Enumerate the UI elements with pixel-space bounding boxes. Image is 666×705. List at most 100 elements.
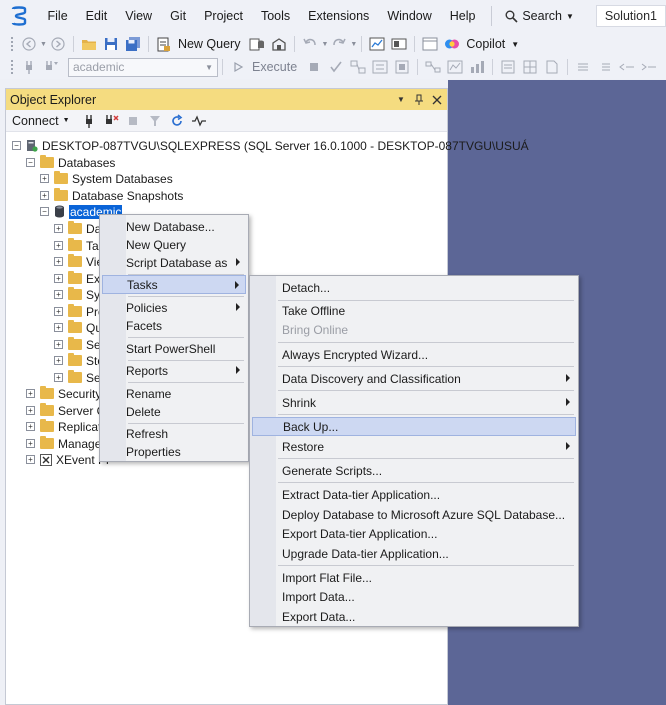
menu-git[interactable]: Git [161,0,195,32]
expand-icon[interactable]: + [54,290,63,299]
open-folder-icon[interactable] [80,35,98,53]
expand-icon[interactable]: + [26,439,35,448]
expand-icon[interactable]: + [54,241,63,250]
save-icon[interactable] [102,35,120,53]
expand-icon[interactable]: + [40,174,49,183]
tree-node-child[interactable]: + Vie [54,253,103,270]
tree-node-xevent-profiler[interactable]: + XEvent Pr [26,451,110,468]
menu-item-detach[interactable]: Detach... [252,278,576,297]
expand-icon[interactable]: + [54,274,63,283]
activity-monitor-icon[interactable] [368,35,386,53]
menu-item-deploy-azure[interactable]: Deploy Database to Microsoft Azure SQL D… [252,505,576,524]
tree-node-child[interactable]: + Dat [54,220,105,237]
window-position-icon[interactable]: ▼ [395,94,407,106]
tree-node-child[interactable]: + Ser [54,336,105,353]
menu-item-extract-dac[interactable]: Extract Data-tier Application... [252,485,576,504]
menu-item-new-database[interactable]: New Database... [102,217,246,236]
expand-icon[interactable]: + [26,422,35,431]
expand-icon[interactable]: + [54,373,63,382]
estimated-plan-icon[interactable] [349,58,367,76]
collapse-icon[interactable]: − [26,158,35,167]
toolbar-grip[interactable] [10,36,14,52]
menu-view[interactable]: View [116,0,161,32]
menu-project[interactable]: Project [195,0,252,32]
collapse-icon[interactable]: − [40,207,49,216]
menu-item-always-encrypted[interactable]: Always Encrypted Wizard... [252,345,576,364]
menu-item-script-database-as[interactable]: Script Database as [102,253,246,272]
include-plan-icon[interactable] [424,58,442,76]
menu-item-facets[interactable]: Facets [102,316,246,335]
tree-node-databases[interactable]: − Databases [26,154,115,171]
menu-item-import-flat-file[interactable]: Import Flat File... [252,568,576,587]
menu-item-delete[interactable]: Delete [102,402,246,421]
properties-window-icon[interactable] [421,35,439,53]
toolbar-grip[interactable] [10,59,14,75]
expand-icon[interactable]: + [54,340,63,349]
expand-icon[interactable]: + [54,323,63,332]
menu-item-policies[interactable]: Policies [102,298,246,317]
menu-tools[interactable]: Tools [252,0,299,32]
ssms-logo-icon[interactable] [10,5,29,27]
results-to-file-icon[interactable] [543,58,561,76]
menu-window[interactable]: Window [378,0,440,32]
back-icon[interactable] [20,35,38,53]
expand-icon[interactable]: + [54,224,63,233]
menu-item-new-query[interactable]: New Query [102,235,246,254]
tree-node-server[interactable]: − DESKTOP-087TVGU\SQLEXPRESS (SQL Server… [12,137,529,154]
stop-icon[interactable] [124,112,142,130]
menu-item-refresh[interactable]: Refresh [102,424,246,443]
menu-item-properties[interactable]: Properties [102,442,246,461]
chevron-down-icon[interactable]: ▼ [63,117,70,124]
menu-item-back-up[interactable]: Back Up... [252,417,576,436]
connect-icon[interactable] [20,58,38,76]
forward-icon[interactable] [49,35,67,53]
decrease-indent-icon[interactable] [618,58,636,76]
chevron-down-icon[interactable]: ▼ [321,41,328,48]
activity-monitor-icon[interactable] [190,112,208,130]
expand-icon[interactable]: + [40,191,49,200]
menu-item-upgrade-dac[interactable]: Upgrade Data-tier Application... [252,544,576,563]
close-icon[interactable] [431,94,443,106]
menu-item-import-data[interactable]: Import Data... [252,587,576,606]
tree-node-child[interactable]: + Sto [54,352,104,369]
menu-item-take-offline[interactable]: Take Offline [252,301,576,320]
expand-icon[interactable]: + [54,257,63,266]
save-all-icon[interactable] [124,35,142,53]
live-stats-icon[interactable] [446,58,464,76]
chevron-down-icon[interactable]: ▼ [350,41,357,48]
uncomment-icon[interactable] [596,58,614,76]
query-options-icon[interactable] [371,58,389,76]
tree-node-child[interactable]: + Tab [54,237,105,254]
analysis-query-icon[interactable] [270,35,288,53]
search-button[interactable]: Search ▼ [497,9,582,23]
menu-item-generate-scripts[interactable]: Generate Scripts... [252,461,576,480]
menu-item-restore[interactable]: Restore [252,437,576,456]
pin-icon[interactable] [413,94,425,106]
solution-name[interactable]: Solution1 [595,5,666,27]
menu-item-bring-online[interactable]: Bring Online [252,320,576,339]
results-to-text-icon[interactable] [499,58,517,76]
increase-indent-icon[interactable] [640,58,658,76]
menu-edit[interactable]: Edit [77,0,117,32]
menu-item-export-data[interactable]: Export Data... [252,607,576,626]
menu-item-reports[interactable]: Reports [102,361,246,380]
intellisense-icon[interactable] [393,58,411,76]
menu-item-rename[interactable]: Rename [102,384,246,403]
undo-icon[interactable] [301,35,319,53]
refresh-icon[interactable] [168,112,186,130]
parse-icon[interactable] [327,58,345,76]
tree-node-child[interactable]: + Pro [54,303,105,320]
available-databases-dropdown[interactable]: academic ▼ [68,57,218,77]
collapse-icon[interactable]: − [12,141,21,150]
menu-item-start-powershell[interactable]: Start PowerShell [102,339,246,358]
copilot-button[interactable]: Copilot [466,37,505,51]
new-query-button[interactable]: New Query [178,37,241,51]
tree-node-replication[interactable]: + Replicatio [26,418,111,435]
menu-item-tasks[interactable]: Tasks [102,275,246,294]
filter-icon[interactable] [146,112,164,130]
tree-node-security[interactable]: + Security [26,385,101,402]
new-query-icon[interactable] [155,35,173,53]
connect-button[interactable]: Connect [12,114,59,128]
expand-icon[interactable]: + [26,389,35,398]
chevron-down-icon[interactable]: ▼ [40,41,47,48]
